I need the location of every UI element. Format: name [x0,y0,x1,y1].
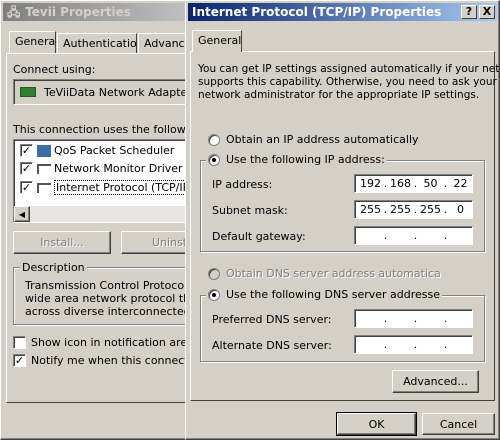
list-item[interactable]: ✓ Network Monitor Driver [20,162,183,175]
obtain-dns-auto-option[interactable]: Obtain DNS server address automatica [208,267,441,280]
qos-icon [37,144,51,157]
qos-label: QoS Packet Scheduler [54,144,175,157]
alternate-dns-label: Alternate DNS server: [212,339,332,352]
tab-authentication[interactable]: Authentication [57,33,137,53]
obtain-ip-auto-option[interactable]: Obtain an IP address automatically [208,133,419,146]
ip-address-field[interactable]: 192. 168. 50. 22 [354,174,473,193]
protocol-icon [37,182,51,193]
close-button[interactable]: X [479,5,495,19]
obtain-dns-auto-radio[interactable] [208,267,220,280]
tab-general-back[interactable]: General [9,31,56,53]
cancel-button[interactable]: Cancel [422,413,495,435]
subnet-mask-field[interactable]: 255. 255. 255. 0 [354,200,473,219]
tevii-titlebar[interactable]: 🖧 Tevii Properties [3,3,189,21]
tevii-title: Tevii Properties [25,5,131,19]
tcpip-label: Internet Protocol (TCP/IP) [54,180,196,195]
list-item[interactable]: ✓ QoS Packet Scheduler [20,144,174,157]
network-icon: 🖧 [7,5,21,19]
close-icon: X [482,5,492,18]
use-following-ip-label: Use the following IP address: [226,153,385,166]
horizontal-scrollbar[interactable]: ◀ [14,206,202,222]
netmon-checkbox[interactable]: ✓ [20,162,33,175]
adapter-name: TeViiData Network Adapter [44,85,192,99]
tcpip-titlebar[interactable]: Internet Protocol (TCP/IP) Properties [188,3,497,21]
show-icon-option[interactable]: Show icon in notification area wh [13,336,213,349]
install-button[interactable]: Install... [13,231,111,254]
intro-line-2: supports this capability. Otherwise, you… [198,76,497,88]
subnet-mask-label: Subnet mask: [212,204,288,217]
intro-line-1: You can get IP settings assigned automat… [198,63,500,75]
obtain-ip-auto-label: Obtain an IP address automatically [226,133,419,146]
network-adapter-icon [20,87,36,97]
tevii-properties-window: 🖧 Tevii Properties General Authenticatio… [0,0,216,440]
protocol-icon [37,163,51,174]
use-following-dns-label: Use the following DNS server addresse [226,288,441,301]
netmon-label: Network Monitor Driver [54,162,183,175]
help-button[interactable]: ? [461,5,477,19]
preferred-dns-label: Preferred DNS server: [212,313,332,326]
components-list[interactable]: ✓ QoS Packet Scheduler ✓ Network Monitor… [13,139,203,223]
description-title: Description [20,261,87,274]
notify-checkbox[interactable]: ✓ [13,354,26,367]
tcpip-properties-window: Internet Protocol (TCP/IP) Properties ? … [185,0,500,440]
scroll-left-button[interactable]: ◀ [14,206,30,222]
intro-line-3: network administrator for the appropriat… [198,89,480,101]
advanced-button[interactable]: Advanced... [392,370,479,393]
default-gateway-field[interactable]: . . . [354,226,473,245]
ok-button[interactable]: OK [336,412,417,436]
use-following-dns-radio[interactable] [208,288,220,301]
ip-address-label: IP address: [212,178,273,191]
tab-general[interactable]: General [192,30,242,52]
alternate-dns-field[interactable]: . . . [354,335,473,354]
show-icon-checkbox[interactable] [13,336,26,349]
default-gateway-label: Default gateway: [212,230,306,243]
use-following-dns-option[interactable]: Use the following DNS server addresse [206,288,443,301]
obtain-ip-auto-radio[interactable] [208,133,220,146]
connect-using-label: Connect using: [13,63,96,76]
list-item[interactable]: ✓ Internet Protocol (TCP/IP) [20,180,196,195]
tcpip-title: Internet Protocol (TCP/IP) Properties [192,5,442,19]
qos-checkbox[interactable]: ✓ [20,144,33,157]
use-following-ip-radio[interactable] [208,153,220,166]
adapter-box: TeViiData Network Adapter [13,79,203,105]
tcpip-checkbox[interactable]: ✓ [20,181,33,194]
use-following-ip-option[interactable]: Use the following IP address: [206,153,387,166]
obtain-dns-auto-label: Obtain DNS server address automatica [226,267,441,280]
tevii-general-panel [6,53,196,403]
components-label: This connection uses the following it [13,123,214,136]
preferred-dns-field[interactable]: . . . [354,309,473,328]
description-line-2: wide area network protocol that p [25,292,212,305]
